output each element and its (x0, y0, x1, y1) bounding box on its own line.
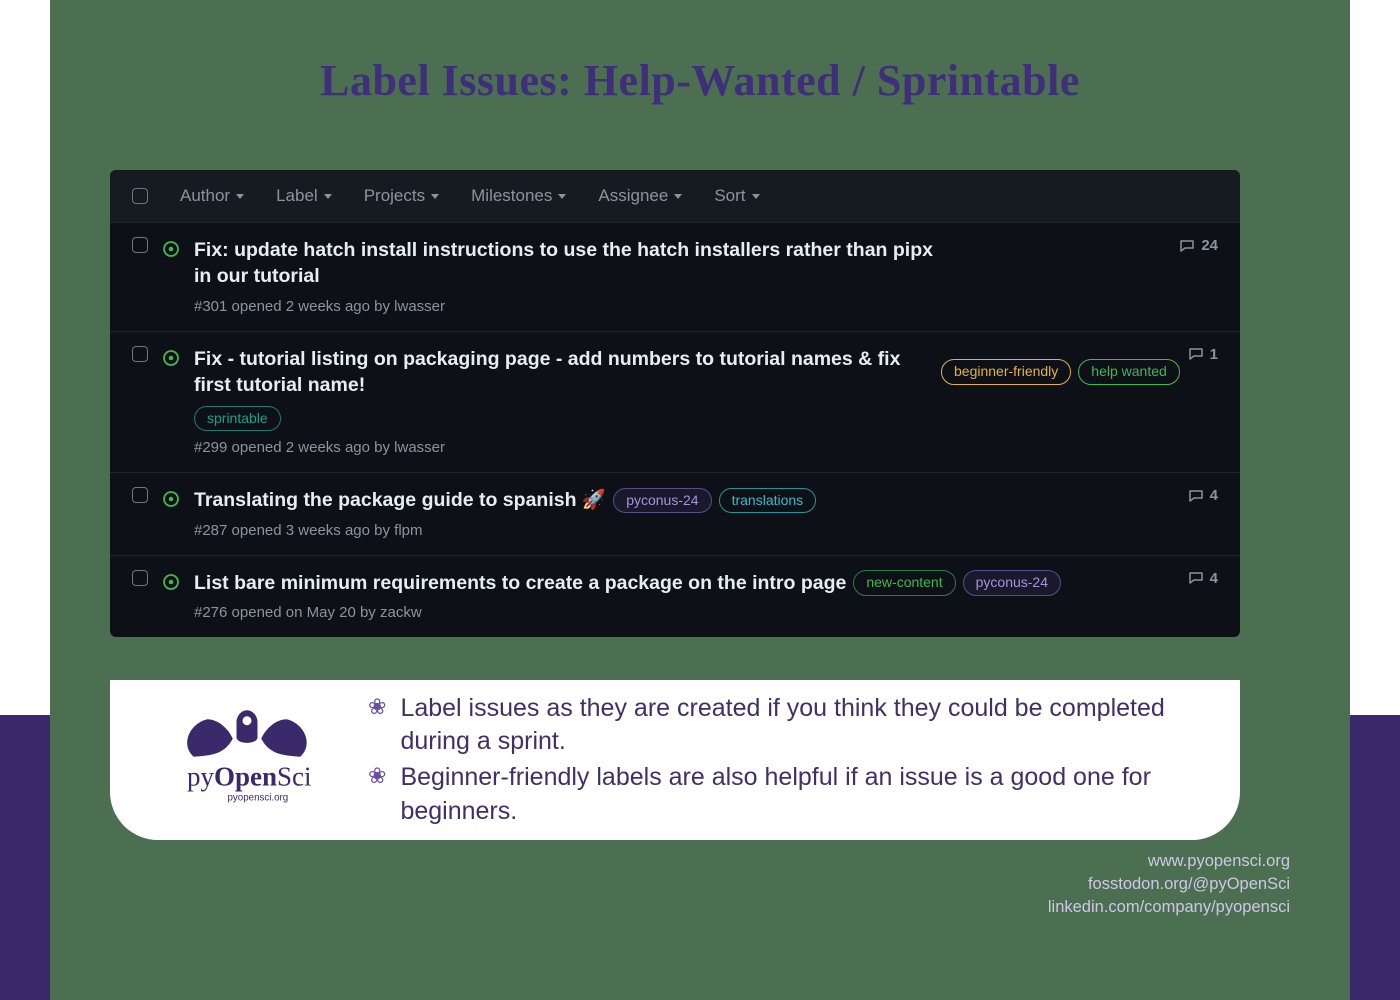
issue-row: List bare minimum requirements to create… (110, 556, 1240, 637)
issue-meta: #299 opened 2 weeks ago by lwasser (194, 439, 1218, 456)
issue-label[interactable]: sprintable (194, 406, 281, 431)
issue-open-icon (162, 349, 180, 367)
filter-projects[interactable]: Projects (364, 186, 439, 206)
issue-label[interactable]: translations (719, 488, 817, 513)
slide: Label Issues: Help-Wanted / Sprintable A… (50, 0, 1350, 1000)
issue-open-icon (162, 573, 180, 591)
issue-open-icon (162, 490, 180, 508)
comment-icon (1179, 238, 1195, 254)
issue-row: Translating the package guide to spanish… (110, 473, 1240, 555)
page-title: Label Issues: Help-Wanted / Sprintable (50, 55, 1350, 106)
chevron-down-icon (431, 194, 439, 199)
tip-bullet: ❀Beginner-friendly labels are also helpf… (368, 761, 1204, 829)
filter-label[interactable]: Label (276, 186, 332, 206)
issue-checkbox[interactable] (132, 487, 148, 503)
tip-bullet: ❀Label issues as they are created if you… (368, 692, 1204, 760)
footer-link[interactable]: fosstodon.org/@pyOpenSci (1048, 873, 1290, 896)
comment-icon (1188, 570, 1204, 586)
chevron-down-icon (324, 194, 332, 199)
issue-title[interactable]: Fix: update hatch install instructions t… (194, 237, 934, 290)
issue-meta: #301 opened 2 weeks ago by lwasser (194, 298, 1218, 315)
comment-icon (1188, 488, 1204, 504)
footer-link[interactable]: linkedin.com/company/pyopensci (1048, 896, 1290, 919)
logo-tagline: pyopensci.org (227, 792, 288, 803)
filter-author[interactable]: Author (180, 186, 244, 206)
issue-title[interactable]: Translating the package guide to spanish… (194, 487, 606, 513)
issue-label[interactable]: beginner-friendly (941, 359, 1071, 384)
filter-sort[interactable]: Sort (714, 186, 759, 206)
issue-checkbox[interactable] (132, 237, 148, 253)
comment-icon (1188, 346, 1204, 362)
issue-label[interactable]: help wanted (1078, 359, 1180, 384)
tip-bullets: ❀Label issues as they are created if you… (368, 690, 1204, 831)
comment-count[interactable]: 4 (1188, 487, 1218, 504)
tip-card: pyOpenSci pyopensci.org ❀Label issues as… (110, 680, 1240, 840)
comment-count[interactable]: 1 (1188, 346, 1218, 363)
github-issues-panel: Author Label Projects Milestones Assignee Sor… (110, 170, 1240, 637)
chevron-down-icon (558, 194, 566, 199)
issue-meta: #287 opened 3 weeks ago by flpm (194, 522, 1218, 539)
issue-label[interactable]: pyconus-24 (963, 570, 1061, 595)
chevron-down-icon (674, 194, 682, 199)
filter-assignee[interactable]: Assignee (598, 186, 682, 206)
flower-icon: ❀ (368, 761, 386, 792)
issue-label[interactable]: pyconus-24 (613, 488, 711, 513)
chevron-down-icon (236, 194, 244, 199)
footer-links: www.pyopensci.orgfosstodon.org/@pyOpenSc… (1048, 850, 1290, 919)
select-all-checkbox[interactable] (132, 188, 148, 204)
flower-icon: ❀ (368, 692, 386, 723)
issue-meta: #276 opened on May 20 by zackw (194, 604, 1218, 621)
issue-title[interactable]: List bare minimum requirements to create… (194, 570, 846, 596)
issue-title[interactable]: Fix - tutorial listing on packaging page… (194, 346, 934, 399)
svg-text:pyOpenSci: pyOpenSci (187, 761, 312, 791)
issue-checkbox[interactable] (132, 570, 148, 586)
issue-row: Fix: update hatch install instructions t… (110, 223, 1240, 332)
comment-count[interactable]: 4 (1188, 570, 1218, 587)
issue-label[interactable]: new-content (853, 570, 955, 595)
issues-filter-bar: Author Label Projects Milestones Assignee Sor… (110, 170, 1240, 223)
issue-open-icon (162, 240, 180, 258)
comment-count[interactable]: 24 (1179, 237, 1218, 254)
filter-milestones[interactable]: Milestones (471, 186, 566, 206)
chevron-down-icon (752, 194, 760, 199)
pyopensci-logo: pyOpenSci pyopensci.org (128, 703, 368, 818)
footer-link[interactable]: www.pyopensci.org (1048, 850, 1290, 873)
issue-checkbox[interactable] (132, 346, 148, 362)
issue-row: Fix - tutorial listing on packaging page… (110, 332, 1240, 474)
